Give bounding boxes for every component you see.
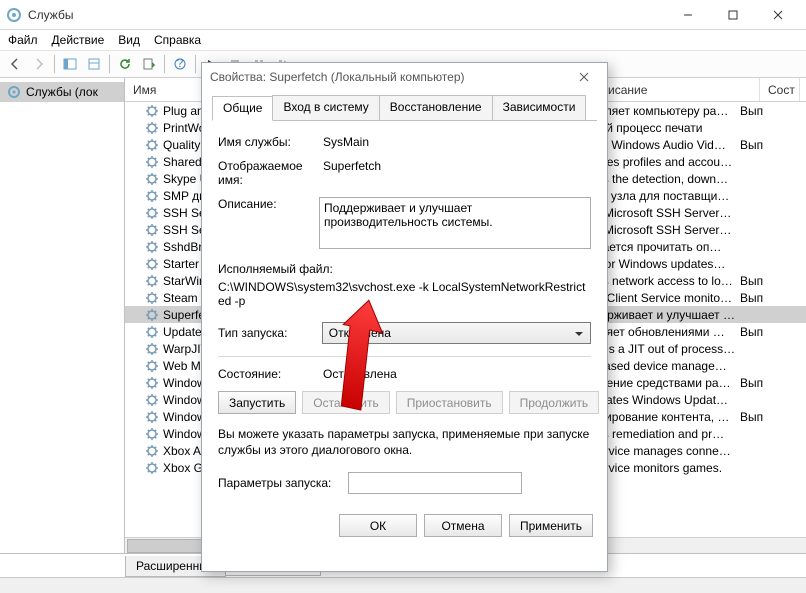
gear-icon: [145, 257, 159, 271]
ok-button[interactable]: ОК: [339, 514, 417, 537]
service-status: Вып: [740, 104, 770, 118]
column-status[interactable]: Сост: [760, 78, 800, 101]
nav-forward-button[interactable]: [28, 53, 50, 75]
service-status: Вып: [740, 376, 770, 390]
gear-icon: [145, 291, 159, 305]
value-exec-file: C:\WINDOWS\system32\svchost.exe -k Local…: [218, 280, 591, 308]
close-button[interactable]: [755, 1, 800, 29]
label-startup-type: Тип запуска:: [218, 326, 322, 340]
gear-icon: [145, 189, 159, 203]
stop-button: Остановить: [302, 391, 390, 414]
label-exec-file: Исполняемый файл:: [218, 262, 591, 276]
dialog-footer: ОК Отмена Применить: [202, 514, 607, 549]
gear-icon: [145, 410, 159, 424]
service-status: Вып: [740, 291, 770, 305]
start-params-input[interactable]: [348, 472, 522, 494]
title-bar: Службы: [0, 0, 806, 30]
value-display-name: Superfetch: [323, 159, 591, 187]
dialog-tabs: Общие Вход в систему Восстановление Зави…: [212, 95, 597, 121]
value-service-name: SysMain: [323, 135, 591, 149]
menu-bar: Файл Действие Вид Справка: [0, 30, 806, 50]
gear-icon: [145, 427, 159, 441]
gear-icon: [145, 376, 159, 390]
tree-node-label: Службы (лок: [26, 85, 98, 99]
label-start-params: Параметры запуска:: [218, 476, 348, 490]
service-status: Вып: [740, 325, 770, 339]
gear-icon: [145, 155, 159, 169]
gear-icon: [145, 325, 159, 339]
gear-icon: [145, 240, 159, 254]
tree-node-services[interactable]: Службы (лок: [0, 82, 124, 102]
start-params-hint: Вы можете указать параметры запуска, при…: [218, 426, 591, 458]
menu-action[interactable]: Действие: [52, 33, 105, 47]
gear-icon: [145, 393, 159, 407]
label-description: Описание:: [218, 197, 319, 252]
tree-pane: Службы (лок: [0, 78, 125, 553]
properties-button[interactable]: [83, 53, 105, 75]
toolbar-separator: [109, 55, 110, 73]
start-button[interactable]: Запустить: [218, 391, 296, 414]
properties-dialog: Свойства: Superfetch (Локальный компьюте…: [201, 62, 608, 572]
gear-icon: [145, 274, 159, 288]
menu-view[interactable]: Вид: [118, 33, 140, 47]
label-service-name: Имя службы:: [218, 135, 323, 149]
minimize-button[interactable]: [665, 1, 710, 29]
menu-file[interactable]: Файл: [8, 33, 38, 47]
resume-button: Продолжить: [509, 391, 600, 414]
tab-dependencies[interactable]: Зависимости: [492, 95, 587, 120]
refresh-button[interactable]: [114, 53, 136, 75]
startup-type-select[interactable]: Отключена: [322, 322, 591, 344]
dialog-body: Имя службы: SysMain Отображаемое имя: Su…: [202, 121, 607, 514]
window-title: Службы: [28, 8, 73, 22]
label-display-name: Отображаемое имя:: [218, 159, 323, 187]
scrollbar-thumb[interactable]: [127, 539, 207, 553]
gear-icon: [145, 172, 159, 186]
service-status: Вып: [740, 410, 770, 424]
gear-icon: [145, 104, 159, 118]
tab-recovery[interactable]: Восстановление: [379, 95, 493, 120]
help-button[interactable]: ?: [169, 53, 191, 75]
service-status: Вып: [740, 138, 770, 152]
services-app-icon: [6, 7, 22, 23]
status-bar: [0, 577, 806, 593]
startup-type-value: Отключена: [329, 326, 391, 340]
dialog-titlebar: Свойства: Superfetch (Локальный компьюте…: [202, 63, 607, 91]
nav-back-button[interactable]: [4, 53, 26, 75]
dialog-separator: [218, 356, 591, 357]
window-controls: [665, 1, 800, 29]
svg-text:?: ?: [177, 57, 184, 70]
gear-icon: [145, 138, 159, 152]
apply-button[interactable]: Применить: [509, 514, 593, 537]
column-description[interactable]: исание: [600, 78, 760, 101]
gear-icon: [145, 308, 159, 322]
gear-icon: [145, 461, 159, 475]
gear-icon: [145, 121, 159, 135]
tab-logon[interactable]: Вход в систему: [272, 95, 379, 120]
gear-icon: [145, 444, 159, 458]
gear-icon: [145, 342, 159, 356]
toolbar-separator: [164, 55, 165, 73]
value-state: Остановлена: [323, 367, 591, 381]
gear-icon: [145, 223, 159, 237]
dialog-title: Свойства: Superfetch (Локальный компьюте…: [210, 70, 465, 84]
cancel-button[interactable]: Отмена: [424, 514, 502, 537]
pause-button: Приостановить: [396, 391, 503, 414]
description-textarea[interactable]: [319, 197, 591, 249]
gear-icon: [145, 206, 159, 220]
toolbar-separator: [54, 55, 55, 73]
services-node-icon: [6, 84, 22, 100]
gear-icon: [145, 359, 159, 373]
tab-general[interactable]: Общие: [212, 96, 273, 121]
toolbar-separator: [195, 55, 196, 73]
dialog-close-button[interactable]: [569, 64, 599, 90]
label-state: Состояние:: [218, 367, 323, 381]
service-status: Вып: [740, 274, 770, 288]
maximize-button[interactable]: [710, 1, 755, 29]
show-hide-tree-button[interactable]: [59, 53, 81, 75]
close-icon: [579, 72, 589, 82]
export-list-button[interactable]: [138, 53, 160, 75]
menu-help[interactable]: Справка: [154, 33, 201, 47]
